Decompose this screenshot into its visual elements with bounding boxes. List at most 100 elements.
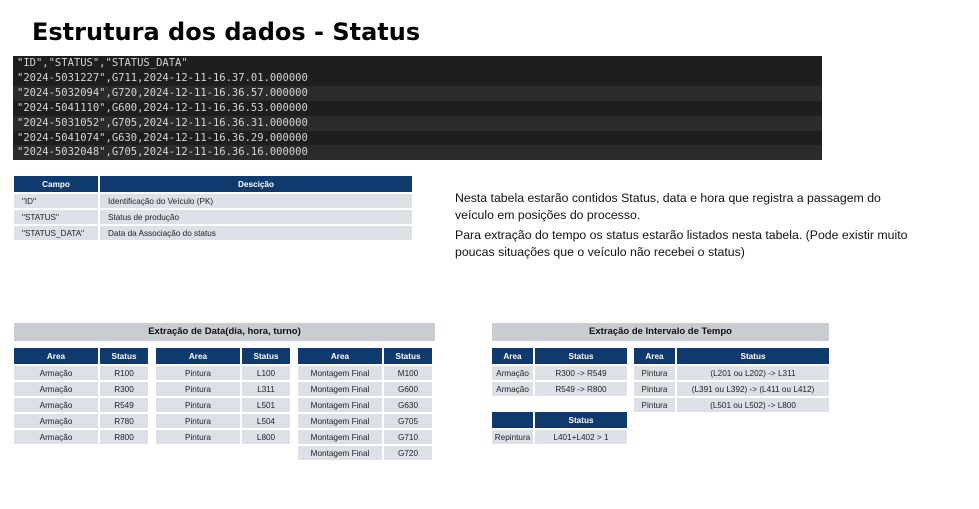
code-line: "2024-5041110",G600,2024-12-11-16.36.53.…: [17, 102, 308, 114]
code-line: "2024-5031227",G711,2024-12-11-16.37.01.…: [17, 72, 308, 84]
table-cell: G705: [384, 414, 432, 428]
table-cell: Pintura: [156, 398, 240, 412]
table-row: "ID" Identificação do Veículo (PK): [14, 194, 412, 208]
table-header: Campo: [14, 176, 98, 192]
table-header: Descição: [100, 176, 412, 192]
table-cell: Pintura: [156, 366, 240, 380]
table-cell: G600: [384, 382, 432, 396]
table-cell: Armação: [14, 382, 98, 396]
table-cell: L800: [242, 430, 290, 444]
table-cell: L504: [242, 414, 290, 428]
code-line: "2024-5031052",G705,2024-12-11-16.36.31.…: [13, 116, 822, 131]
table-cell: (L501 ou L502) -> L800: [677, 398, 829, 412]
table-cell: L401+L402 > 1: [535, 430, 627, 444]
page-title: Estrutura dos dados - Status: [32, 18, 421, 46]
table-header: Status: [535, 412, 627, 428]
table-cell: Armação: [14, 430, 98, 444]
table-row: Pintura (L391 ou L392) -> (L411 ou L412): [634, 382, 829, 396]
table-cell: "STATUS_DATA": [14, 226, 98, 240]
table-cell: L501: [242, 398, 290, 412]
table-header: Area: [14, 348, 98, 364]
table-row: Pintura L100: [156, 366, 290, 380]
table-row: Pintura (L201 ou L202) -> L311: [634, 366, 829, 380]
data-table-armacao: Area Status Armação R100 Armação R300 Arma…: [12, 346, 150, 446]
table-cell: (L201 ou L202) -> L311: [677, 366, 829, 380]
table-header: Area: [634, 348, 675, 364]
table-row: Pintura L504: [156, 414, 290, 428]
section-title: Extração de Data(dia, hora, turno): [14, 323, 435, 341]
table-header: Status: [535, 348, 627, 364]
table-cell: G630: [384, 398, 432, 412]
table-cell: Armação: [14, 366, 98, 380]
table-cell: Armação: [14, 398, 98, 412]
table-row: Pintura (L501 ou L502) -> L800: [634, 398, 829, 412]
table-cell: Armação: [492, 382, 533, 396]
table-cell: Montagem Final: [298, 382, 382, 396]
table-row: Armação R100: [14, 366, 148, 380]
table-cell: L311: [242, 382, 290, 396]
table-row: Armação R300 -> R549: [492, 366, 627, 380]
table-cell: G720: [384, 446, 432, 460]
table-cell: R549 -> R800: [535, 382, 627, 396]
table-cell: G710: [384, 430, 432, 444]
table-header: [492, 412, 533, 428]
table-cell: Data da Associação do status: [100, 226, 412, 240]
table-cell: R100: [100, 366, 148, 380]
table-cell: R549: [100, 398, 148, 412]
table-row: Repintura L401+L402 > 1: [492, 430, 627, 444]
table-cell: "ID": [14, 194, 98, 208]
field-table: Campo Descição "ID" Identificação do Veí…: [12, 174, 414, 242]
table-cell: L100: [242, 366, 290, 380]
table-header: Status: [242, 348, 290, 364]
table-row: Montagem Final G720: [298, 446, 432, 460]
code-line: "2024-5032094",G720,2024-12-11-16.36.57.…: [13, 86, 822, 101]
table-row: Montagem Final G710: [298, 430, 432, 444]
table-cell: Pintura: [634, 382, 675, 396]
table-cell: Montagem Final: [298, 414, 382, 428]
table-cell: R780: [100, 414, 148, 428]
table-cell: Pintura: [634, 366, 675, 380]
table-cell: Pintura: [634, 398, 675, 412]
table-cell: R800: [100, 430, 148, 444]
table-header: Area: [492, 348, 533, 364]
description-paragraph: Para extração do tempo os status estarão…: [455, 228, 908, 259]
table-cell: Identificação do Veículo (PK): [100, 194, 412, 208]
table-cell: Montagem Final: [298, 446, 382, 460]
table-cell: Montagem Final: [298, 366, 382, 380]
table-cell: Armação: [492, 366, 533, 380]
section-title: Extração de Intervalo de Tempo: [492, 323, 829, 341]
table-cell: Status de produção: [100, 210, 412, 224]
table-row: Armação R549 -> R800: [492, 382, 627, 396]
table-row: Armação R549: [14, 398, 148, 412]
table-cell: "STATUS": [14, 210, 98, 224]
table-row: Pintura L800: [156, 430, 290, 444]
table-row: Pintura L311: [156, 382, 290, 396]
table-header: Area: [298, 348, 382, 364]
data-table-montagem: Area Status Montagem Final M100 Montagem …: [296, 346, 434, 462]
description: Nesta tabela estarão contidos Status, da…: [455, 190, 915, 264]
code-line: "ID","STATUS","STATUS_DATA": [17, 57, 188, 69]
table-header: Status: [100, 348, 148, 364]
interval-table-repintura: Status Repintura L401+L402 > 1: [490, 410, 629, 446]
table-row: "STATUS_DATA" Data da Associação do stat…: [14, 226, 412, 240]
table-cell: M100: [384, 366, 432, 380]
table-header: Area: [156, 348, 240, 364]
table-row: Montagem Final M100: [298, 366, 432, 380]
table-row: "STATUS" Status de produção: [14, 210, 412, 224]
description-paragraph: Nesta tabela estarão contidos Status, da…: [455, 191, 881, 222]
table-cell: R300 -> R549: [535, 366, 627, 380]
table-header: Status: [677, 348, 829, 364]
table-row: Montagem Final G600: [298, 382, 432, 396]
interval-table-pintura: Area Status Pintura (L201 ou L202) -> L31…: [632, 346, 831, 414]
table-row: Montagem Final G705: [298, 414, 432, 428]
table-row: Armação R300: [14, 382, 148, 396]
table-cell: Pintura: [156, 414, 240, 428]
table-cell: Pintura: [156, 430, 240, 444]
table-cell: R300: [100, 382, 148, 396]
table-row: Armação R780: [14, 414, 148, 428]
table-row: Armação R800: [14, 430, 148, 444]
table-cell: Repintura: [492, 430, 533, 444]
code-block: "ID","STATUS","STATUS_DATA" "2024-503122…: [13, 56, 822, 160]
table-row: Montagem Final G630: [298, 398, 432, 412]
code-line: "2024-5032048",G705,2024-12-11-16.36.16.…: [13, 145, 822, 160]
